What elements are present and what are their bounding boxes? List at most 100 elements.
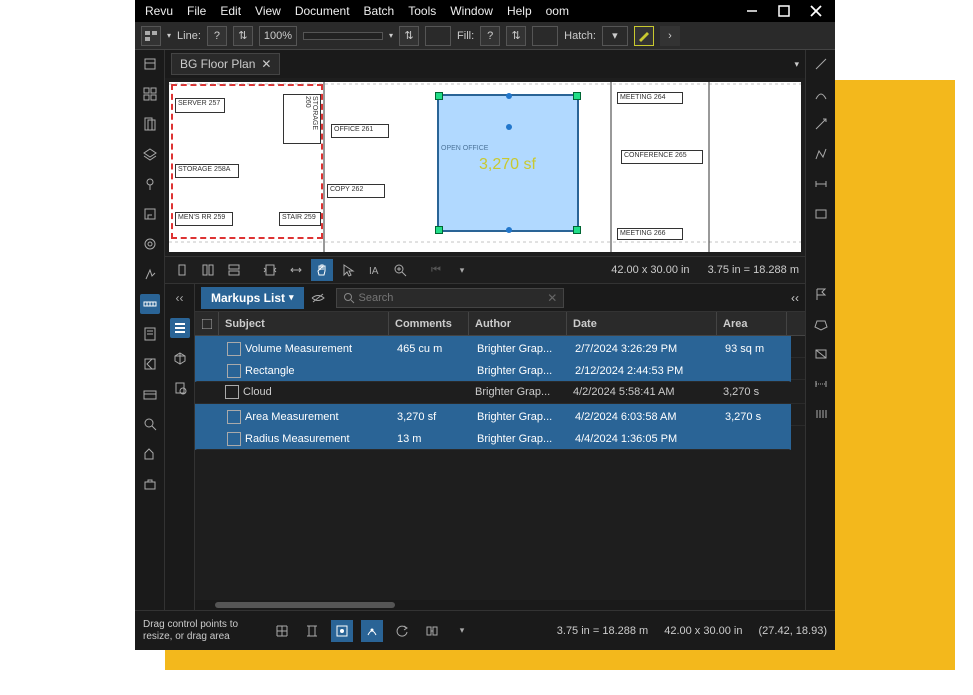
forms-icon[interactable] [140,324,160,344]
split-vertical-icon[interactable] [197,259,219,281]
signatures-icon[interactable] [140,264,160,284]
snap-markup-icon[interactable] [361,620,383,642]
arc-tool-icon[interactable] [811,84,831,104]
links-icon[interactable] [140,204,160,224]
snap-content-icon[interactable] [331,620,353,642]
page-dropdown-icon[interactable]: ▾ [451,259,473,281]
column-comments[interactable]: Comments [389,312,469,335]
flag-tool-icon[interactable] [811,284,831,304]
menu-help[interactable]: Help [507,4,532,18]
panel-collapse-icon[interactable]: ‹‹ [170,288,190,308]
fit-page-icon[interactable] [259,259,281,281]
polygon-tool-icon[interactable] [811,314,831,334]
fill-opacity-stepper[interactable]: ⇅ [506,26,526,46]
column-subject[interactable]: Subject [219,312,389,335]
tab-dropdown-button[interactable]: ▾ [794,59,799,70]
column-date[interactable]: Date [567,312,717,335]
navigation-back-icon[interactable] [140,354,160,374]
view-toolbar: IA ⏮ ▾ 42.00 x 30.00 in 3.75 in = 18.288… [165,256,805,284]
menu-window[interactable]: Window [450,4,493,18]
markups-search[interactable]: ✕ [336,288,565,308]
window-maximize-button[interactable] [775,2,793,20]
studio-icon[interactable] [140,444,160,464]
rectangle-tool-icon[interactable] [811,204,831,224]
column-author[interactable]: Author [469,312,567,335]
line-end1-value[interactable] [425,26,451,46]
arrow-tool-icon[interactable] [811,114,831,134]
table-row[interactable]: CloudBrighter Grap...4/2/2024 5:58:41 AM… [195,380,805,404]
fill-color-button[interactable]: ? [480,26,500,46]
horizontal-scrollbar[interactable] [195,600,805,610]
search-icon[interactable] [140,414,160,434]
file-access-icon[interactable] [140,54,160,74]
line-tool-icon[interactable] [811,54,831,74]
thumbnails-icon[interactable] [140,84,160,104]
polygon2-tool-icon[interactable] [811,344,831,364]
status-dropdown-icon[interactable]: ▾ [451,620,473,642]
column-area[interactable]: Area [717,312,787,335]
3d-mode-icon[interactable] [170,348,190,368]
table-row[interactable]: Volume Measurement465 cu mBrighter Grap.… [195,336,791,360]
menu-document[interactable]: Document [295,4,350,18]
layers-icon[interactable] [140,144,160,164]
line-end1-stepper[interactable]: ⇅ [399,26,419,46]
hatch-label: Hatch: [564,30,596,42]
snap-icon[interactable] [301,620,323,642]
document-tab[interactable]: BG Floor Plan ✕ [171,53,280,75]
split-horizontal-icon[interactable] [223,259,245,281]
fit-width-icon[interactable] [285,259,307,281]
highlight-toggle[interactable] [634,26,654,46]
line-weight-stepper[interactable]: ⇅ [233,26,253,46]
one-page-icon[interactable] [171,259,193,281]
hatch-dropdown[interactable]: ▾ [602,26,628,46]
grid-icon[interactable] [271,620,293,642]
menu-edit[interactable]: Edit [220,4,241,18]
table-row[interactable]: Area Measurement3,270 sfBrighter Grap...… [195,404,791,428]
line-style-dropdown[interactable] [303,32,383,40]
toolchest-icon[interactable] [140,474,160,494]
document-viewport[interactable]: SERVER 257 STORAGE 260 STORAGE 258A MEN'… [169,82,801,252]
width-measure-icon[interactable] [811,374,831,394]
sets-icon[interactable] [140,384,160,404]
table-row[interactable]: Radius Measurement13 mBrighter Grap...4/… [195,426,791,450]
room-server: SERVER 257 [175,98,225,113]
count-tool-icon[interactable] [811,404,831,424]
column-checkbox[interactable] [195,312,219,335]
menu-batch[interactable]: Batch [364,4,395,18]
tab-close-button[interactable]: ✕ [261,57,271,71]
pan-tool-icon[interactable] [311,259,333,281]
selected-area-markup[interactable]: 3,270 sf [437,94,579,232]
search-clear-icon[interactable]: ✕ [547,291,557,305]
menu-view[interactable]: View [255,4,281,18]
window-close-button[interactable] [807,2,825,20]
menu-tools[interactable]: Tools [408,4,436,18]
zoom-tool-icon[interactable] [389,259,411,281]
table-row[interactable]: RectangleBrighter Grap...2/12/2024 2:44:… [195,358,791,382]
sync-icon[interactable] [421,620,443,642]
prev-page-icon[interactable]: ⏮ [425,259,447,281]
bookmarks-icon[interactable] [140,114,160,134]
zoom-value[interactable]: 100% [259,26,297,46]
menu-revu[interactable]: Revu [145,4,173,18]
toolbar-more-button[interactable]: › [660,26,680,46]
markups-title[interactable]: Markups List ▾ [201,287,304,309]
polyline-tool-icon[interactable] [811,144,831,164]
measurements-icon[interactable] [140,294,160,314]
search-input[interactable] [359,292,544,304]
settings-icon[interactable] [140,234,160,254]
text-select-icon[interactable]: IA [363,259,385,281]
page-filter-icon[interactable] [170,378,190,398]
line-color-button[interactable]: ? [207,26,227,46]
dimension-tool-icon[interactable] [811,174,831,194]
properties-menu-button[interactable] [141,26,161,46]
window-minimize-button[interactable] [743,2,761,20]
fill-opacity-value[interactable] [532,26,558,46]
list-mode-icon[interactable] [170,318,190,338]
menu-file[interactable]: File [187,4,206,18]
menubar: Revu File Edit View Document Batch Tools… [135,0,835,22]
spaces-icon[interactable] [140,174,160,194]
panel-expand-icon[interactable]: ‹‹ [791,291,799,305]
hide-markups-icon[interactable] [310,291,330,305]
reuse-icon[interactable] [391,620,413,642]
select-tool-icon[interactable] [337,259,359,281]
